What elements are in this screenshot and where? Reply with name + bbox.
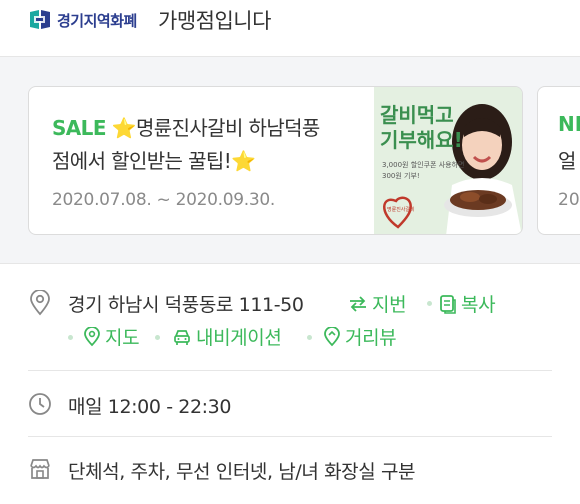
jibun-label: 지번 [372,294,407,316]
sale-tag: SALE [52,116,106,140]
promo-title-line1: 명륜진사갈비 하남덕풍 [135,116,320,140]
image-subtext-line2: 300원 기부! [382,171,420,180]
location-pin-icon [28,289,52,316]
promo-title-line2: 점에서 할인받는 꿀팁! [52,149,232,173]
promo-card[interactable]: SALE ⭐명륜진사갈비 하남덕풍 점에서 할인받는 꿀팁!⭐ 2020.07.… [28,86,523,235]
promo-date: 2020.07.08. ~ 2020.09.30. [52,190,276,210]
merchant-label: 가맹점입니다 [158,9,271,33]
separator-dot [427,301,432,306]
divider [28,436,552,437]
separator-dot [68,335,73,340]
star-icon: ⭐ [231,149,256,173]
jibun-button[interactable]: 지번 [348,290,407,317]
copy-label: 복사 [461,294,496,316]
map-pin-icon [84,326,100,346]
street-view-label: 거리뷰 [345,327,397,349]
car-icon [174,329,190,345]
separator-dot [307,335,312,340]
promo-text: SALE ⭐명륜진사갈비 하남덕풍 점에서 할인받는 꿀팁!⭐ 2020.07.… [52,112,362,210]
next-promo-tag: NE [558,112,580,136]
business-hours: 매일 12:00 - 22:30 [68,396,232,418]
copy-icon [440,294,456,314]
brand[interactable]: 경기지역화폐 [28,7,137,33]
next-promo-title: 얼 [558,149,577,173]
navigation-label: 내비게이션 [196,327,282,349]
brand-name: 경기지역화폐 [57,11,137,30]
next-promo-date: 20 [558,190,580,210]
copy-button[interactable]: 복사 [439,290,496,317]
street-view-icon [324,326,340,346]
star-icon: ⭐ [111,116,137,140]
brand-logo-icon [28,8,52,32]
street-view-button[interactable]: 거리뷰 [323,323,397,350]
map-label: 지도 [105,327,140,349]
hours-row: 매일 12:00 - 22:30 [28,390,552,420]
store-icon [28,457,52,481]
address-row: 경기 하남시 덕풍동로 111-50 지번 복사 지도 내비게이션 거리뷰 [28,285,552,355]
amenities-row: 단체석, 주차, 무선 인터넷, 남/녀 화장실 구분 [28,455,552,485]
promo-carousel[interactable]: SALE ⭐명륜진사갈비 하남덕풍 점에서 할인받는 꿀팁!⭐ 2020.07.… [0,56,580,264]
promo-card-next[interactable]: NE 얼 20 [537,86,580,235]
image-headline-line2: 기부해요! [380,128,463,152]
image-subtext-line1: 3,000원 할인쿠폰 사용하면 [382,160,464,169]
promo-image: 갈비먹고 기부해요! 3,000원 할인쿠폰 사용하면 300원 기부! 명륜진… [374,87,522,234]
divider [28,370,552,371]
promo-title: SALE ⭐명륜진사갈비 하남덕풍 점에서 할인받는 꿀팁!⭐ [52,112,362,178]
image-headline-line1: 갈비먹고 [380,103,454,127]
image-badge: 명륜진사갈비 [387,206,415,213]
amenities-list: 단체석, 주차, 무선 인터넷, 남/녀 화장실 구분 [68,461,416,483]
swap-icon [350,295,366,312]
header: 경기지역화폐 가맹점입니다 [0,0,580,56]
store-address: 경기 하남시 덕풍동로 111-50 [68,294,304,316]
navigation-button[interactable]: 내비게이션 [172,323,282,350]
clock-icon [28,392,52,416]
separator-dot [155,335,160,340]
map-button[interactable]: 지도 [83,323,140,350]
